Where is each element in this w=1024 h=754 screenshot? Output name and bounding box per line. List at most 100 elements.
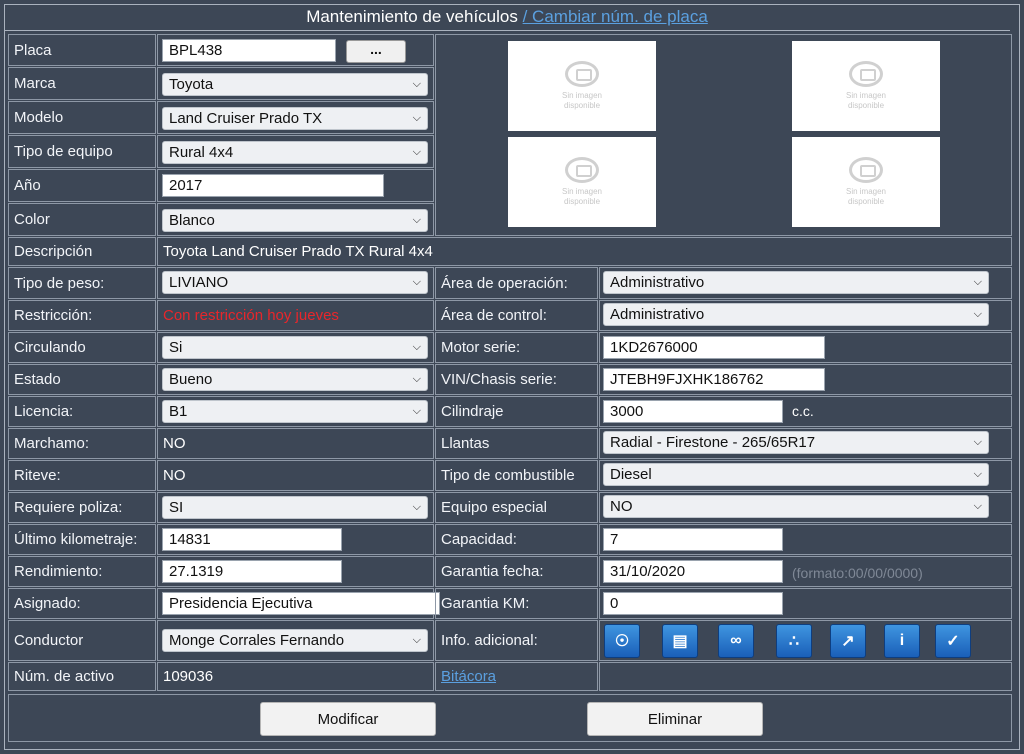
modelo-label: Modelo xyxy=(8,101,156,134)
chevron-down-icon: ⌵ xyxy=(412,341,421,353)
licencia-label: Licencia: xyxy=(8,396,156,427)
chevron-down-icon: ⌵ xyxy=(973,468,982,480)
search-plate-button[interactable]: ... xyxy=(346,40,406,63)
modelo-value: Land Cruiser Prado TX xyxy=(169,110,323,127)
chevron-down-icon: ⌵ xyxy=(412,634,421,646)
conductor-select[interactable]: Monge Corrales Fernando ⌵ xyxy=(162,629,428,652)
info-icon[interactable]: i xyxy=(884,624,920,658)
marchamo-label: Marchamo: xyxy=(8,428,156,459)
motor-input[interactable]: 1KD2676000 xyxy=(603,336,825,359)
vin-input[interactable]: JTEBH9FJXHK186762 xyxy=(603,368,825,391)
photo-placeholder-text: disponible xyxy=(563,197,601,206)
placa-label: Placa xyxy=(8,34,156,66)
area-operacion-select[interactable]: Administrativo ⌵ xyxy=(603,271,989,294)
combustible-select[interactable]: Diesel ⌵ xyxy=(603,463,989,486)
eliminar-button[interactable]: Eliminar xyxy=(587,702,763,736)
actions-bar xyxy=(8,694,1012,742)
photo-placeholder-text: Sin imagen xyxy=(561,91,603,100)
page-title: Mantenimiento de vehículos xyxy=(306,7,518,26)
vehicle-photo[interactable]: Sin imagen disponible xyxy=(792,137,940,227)
activo-label: Núm. de activo xyxy=(8,662,156,691)
date-format-hint: (formato:00/00/0000) xyxy=(792,565,923,581)
tipo-equipo-value: Rural 4x4 xyxy=(169,144,234,161)
placa-input[interactable]: BPL438 xyxy=(162,39,336,62)
conductor-value: Monge Corrales Fernando xyxy=(169,632,345,649)
cilindraje-input[interactable]: 3000 xyxy=(603,400,783,423)
tipo-equipo-label: Tipo de equipo xyxy=(8,135,156,168)
garantia-km-input[interactable]: 0 xyxy=(603,592,783,615)
empty-cell xyxy=(599,662,1012,691)
camera-icon xyxy=(565,157,599,183)
poliza-value: SI xyxy=(169,499,184,516)
change-plate-link[interactable]: / Cambiar núm. de placa xyxy=(523,7,708,26)
cilindraje-label: Cilindraje xyxy=(435,396,598,427)
equipo-especial-select[interactable]: NO ⌵ xyxy=(603,495,989,518)
poliza-select[interactable]: SI ⌵ xyxy=(162,496,428,519)
chevron-down-icon: ⌵ xyxy=(412,78,421,90)
globe-icon[interactable]: ☉ xyxy=(604,624,640,658)
group-icon[interactable]: ∴ xyxy=(776,624,812,658)
color-label: Color xyxy=(8,203,156,236)
bitacora-link[interactable]: Bitácora xyxy=(441,668,496,685)
area-control-label: Área de control: xyxy=(435,300,598,331)
marca-select[interactable]: Toyota ⌵ xyxy=(162,73,428,96)
anio-input[interactable]: 2017 xyxy=(162,174,384,197)
color-select[interactable]: Blanco ⌵ xyxy=(162,209,428,232)
equipo-especial-value: NO xyxy=(610,498,633,515)
asignado-input[interactable]: Presidencia Ejecutiva xyxy=(162,592,440,615)
rendimiento-input[interactable]: 27.1319 xyxy=(162,560,342,583)
area-operacion-label: Área de operación: xyxy=(435,267,598,299)
modelo-select[interactable]: Land Cruiser Prado TX ⌵ xyxy=(162,107,428,130)
photo-placeholder-text: disponible xyxy=(847,197,885,206)
descripcion-value: Toyota Land Cruiser Prado TX Rural 4x4 xyxy=(157,237,1012,266)
area-operacion-value: Administrativo xyxy=(610,274,705,291)
llantas-label: Llantas xyxy=(435,428,598,459)
llantas-select[interactable]: Radial - Firestone - 265/65R17 ⌵ xyxy=(603,431,989,454)
bitacora-cell: Bitácora xyxy=(435,662,598,691)
tipo-equipo-select[interactable]: Rural 4x4 ⌵ xyxy=(162,141,428,164)
garantia-km-label: Garantia KM: xyxy=(435,588,598,619)
garantia-fecha-input[interactable]: 31/10/2020 xyxy=(603,560,783,583)
photo-placeholder-text: Sin imagen xyxy=(561,187,603,196)
area-control-select[interactable]: Administrativo ⌵ xyxy=(603,303,989,326)
licencia-value: B1 xyxy=(169,403,188,420)
photo-placeholder-text: Sin imagen xyxy=(845,91,887,100)
link-icon[interactable]: ∞ xyxy=(718,624,754,658)
camera-icon xyxy=(849,61,883,87)
vehicle-photo[interactable]: Sin imagen disponible xyxy=(508,137,656,227)
page-header: Mantenimiento de vehículos / Cambiar núm… xyxy=(4,4,1010,31)
chevron-down-icon: ⌵ xyxy=(412,405,421,417)
marca-value: Toyota xyxy=(169,76,214,93)
riteve-value: NO xyxy=(157,460,434,491)
chevron-down-icon: ⌵ xyxy=(973,308,982,320)
llantas-value: Radial - Firestone - 265/65R17 xyxy=(610,434,816,451)
modificar-button[interactable]: Modificar xyxy=(260,702,436,736)
info-label: Info. adicional: xyxy=(435,620,598,661)
circulando-value: Si xyxy=(169,339,183,356)
poliza-label: Requiere poliza: xyxy=(8,492,156,523)
chevron-down-icon: ⌵ xyxy=(412,112,421,124)
km-input[interactable]: 14831 xyxy=(162,528,342,551)
tipo-peso-select[interactable]: LIVIANO ⌵ xyxy=(162,271,428,294)
estado-select[interactable]: Bueno ⌵ xyxy=(162,368,428,391)
vehicle-photo[interactable]: Sin imagen disponible xyxy=(792,41,940,131)
photo-placeholder-text: disponible xyxy=(563,101,601,110)
km-label: Último kilometraje: xyxy=(8,524,156,555)
combustible-value: Diesel xyxy=(610,466,652,483)
circulando-select[interactable]: Si ⌵ xyxy=(162,336,428,359)
vehicle-photo[interactable]: Sin imagen disponible xyxy=(508,41,656,131)
licencia-select[interactable]: B1 ⌵ xyxy=(162,400,428,423)
document-icon[interactable]: ▤ xyxy=(662,624,698,658)
chevron-down-icon: ⌵ xyxy=(412,276,421,288)
combustible-label: Tipo de combustible xyxy=(435,460,598,491)
chart-icon[interactable]: ↗ xyxy=(830,624,866,658)
capacidad-input[interactable]: 7 xyxy=(603,528,783,551)
check-icon[interactable]: ✓ xyxy=(935,624,971,658)
vin-label: VIN/Chasis serie: xyxy=(435,364,598,395)
camera-icon xyxy=(565,61,599,87)
chevron-down-icon: ⌵ xyxy=(412,501,421,513)
conductor-label: Conductor xyxy=(8,620,156,661)
marca-label: Marca xyxy=(8,67,156,100)
equipo-especial-label: Equipo especial xyxy=(435,492,598,523)
activo-value: 109036 xyxy=(157,662,434,691)
